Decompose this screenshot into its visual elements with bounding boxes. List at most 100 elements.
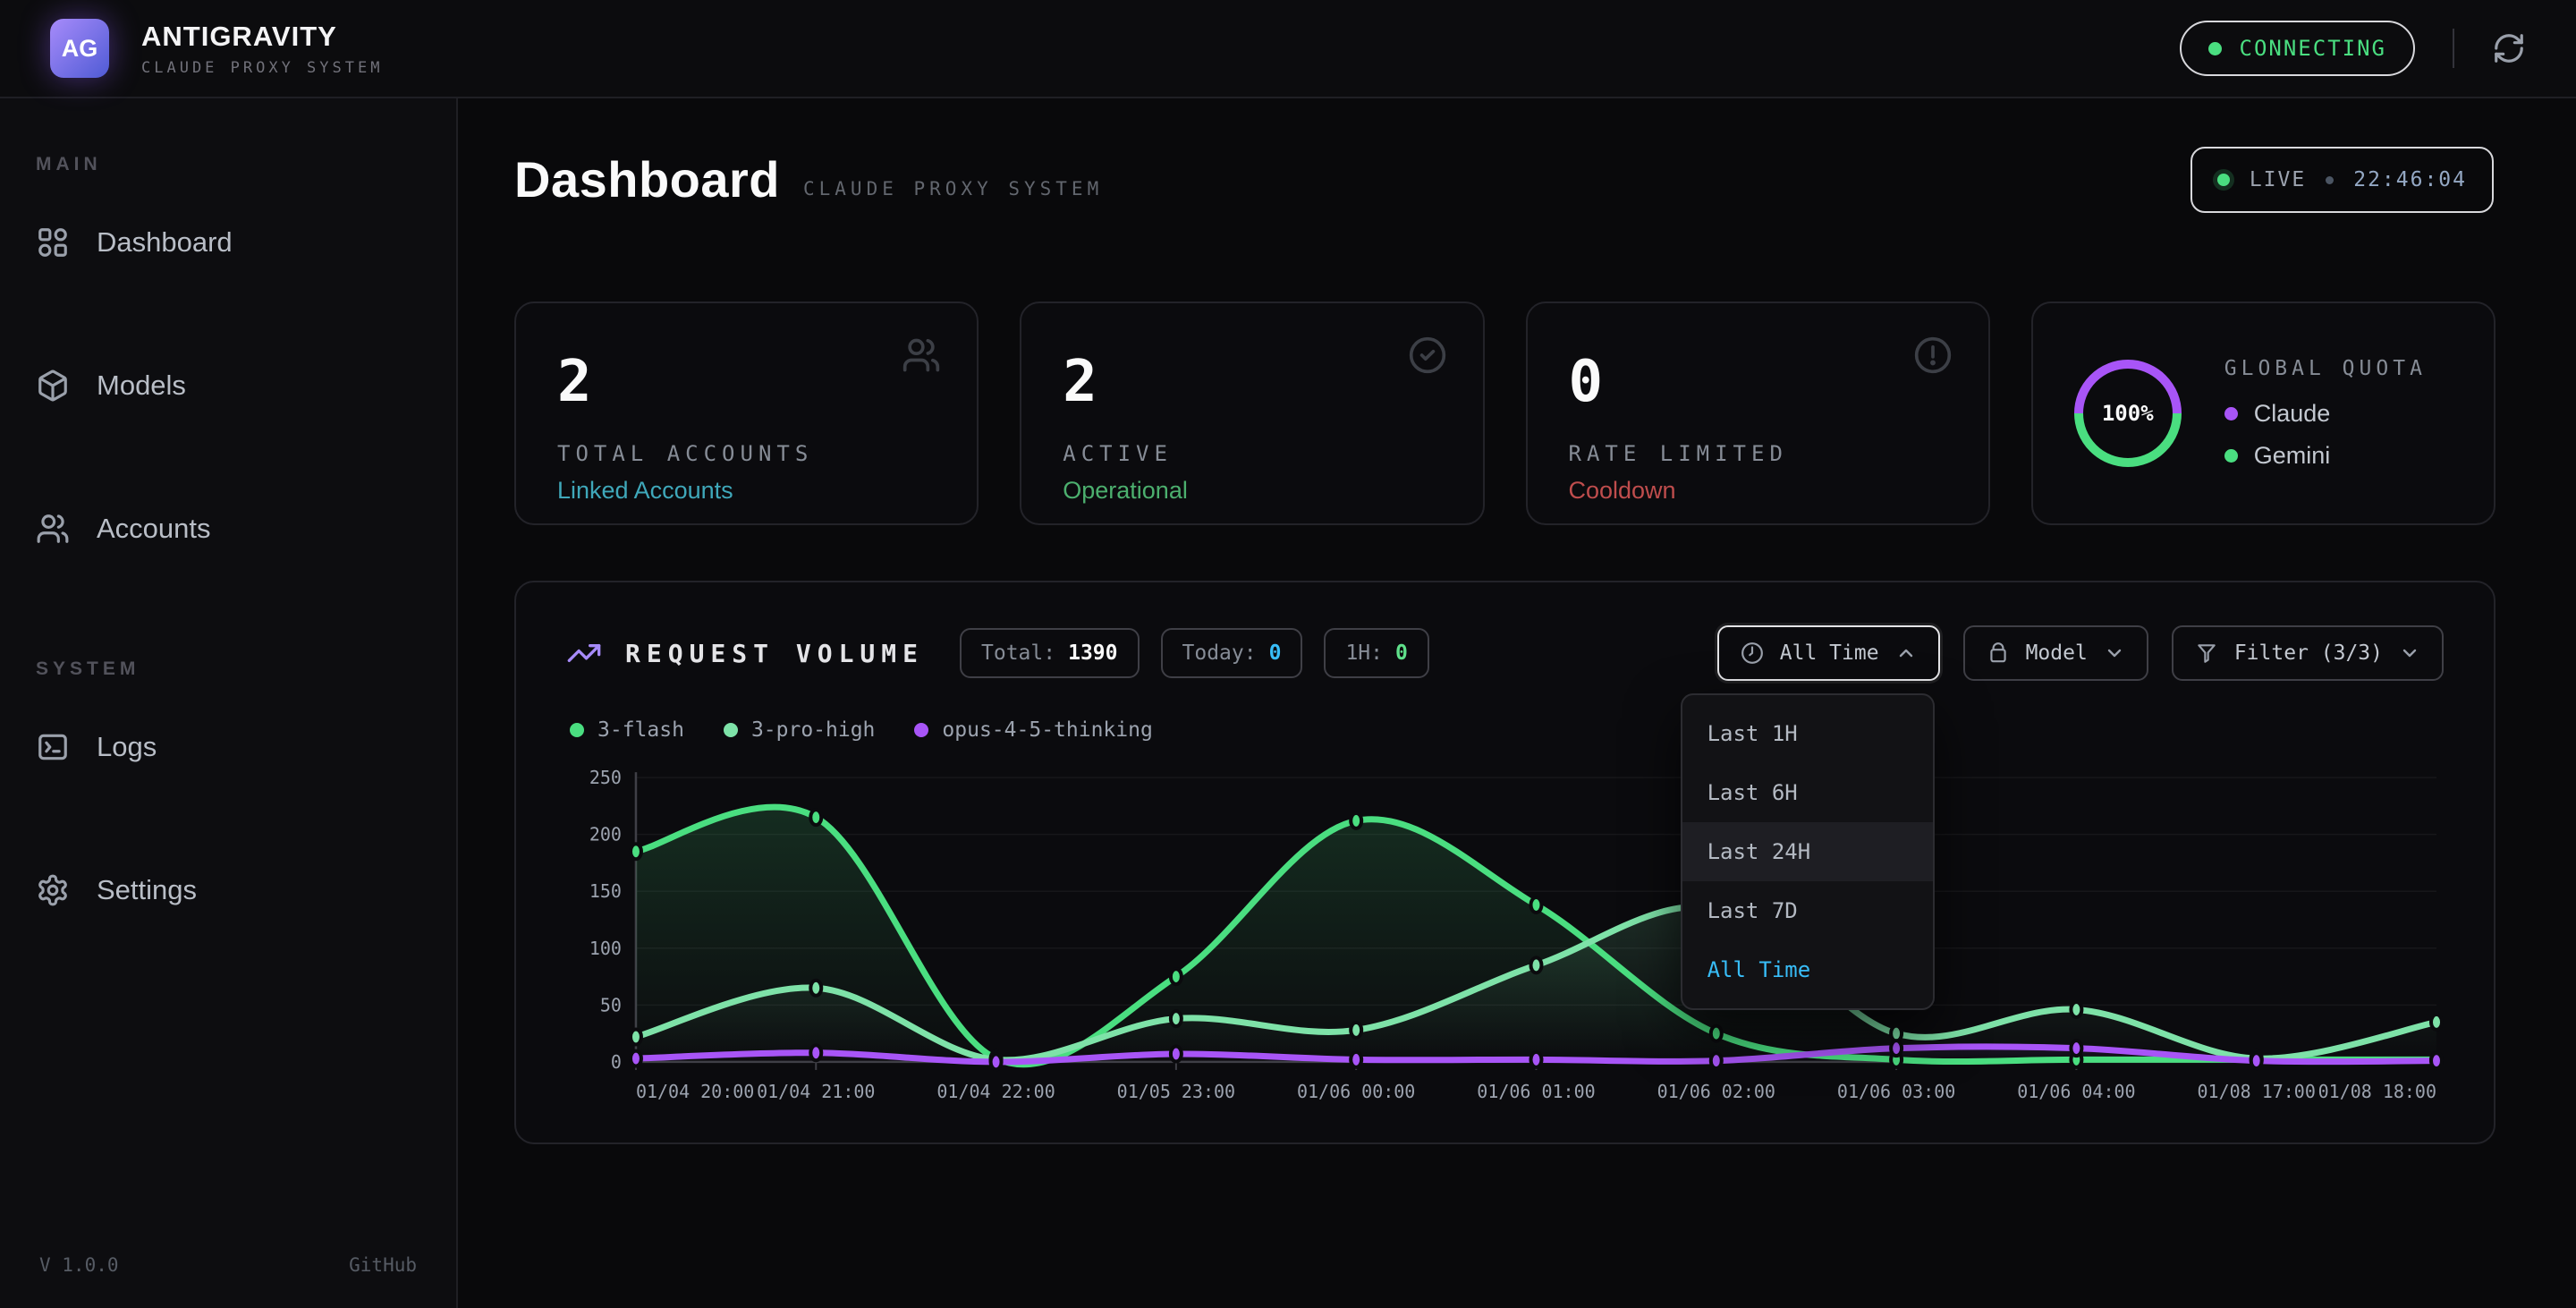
stat-sub-label: Operational — [1063, 477, 1441, 505]
alert-circle-icon — [1913, 335, 1953, 375]
filter-button[interactable]: Filter (3/3) — [2172, 625, 2444, 681]
nav-section-main: MAIN — [0, 154, 456, 175]
brand: AG ANTIGRAVITY CLAUDE PROXY SYSTEM — [50, 19, 383, 78]
sidebar-item-logs[interactable]: Logs — [0, 703, 456, 791]
legend-item-3-pro-high: 3-pro-high — [724, 718, 875, 742]
terminal-icon — [36, 730, 70, 764]
live-status-badge: LIVE 22:46:04 — [2190, 147, 2494, 213]
live-label: LIVE — [2250, 168, 2306, 191]
total-requests-badge: Total: 1390 — [960, 628, 1139, 678]
trending-up-icon — [566, 635, 602, 671]
series-dot-icon — [914, 723, 928, 737]
svg-text:200: 200 — [589, 824, 622, 845]
stat-label: TOTAL ACCOUNTS — [557, 441, 936, 466]
sidebar-item-label: Settings — [97, 874, 197, 906]
chart-title: REQUEST VOLUME — [625, 639, 924, 668]
sidebar-item-dashboard[interactable]: Dashboard — [0, 199, 456, 286]
stat-value: 2 — [1063, 353, 1441, 411]
svg-text:01/05 23:00: 01/05 23:00 — [1117, 1081, 1235, 1102]
claude-dot-icon — [2224, 407, 2238, 420]
hour-requests-badge: 1H: 0 — [1324, 628, 1428, 678]
dropdown-item-last-6h[interactable]: Last 6H — [1682, 763, 1933, 822]
refresh-icon[interactable] — [2492, 31, 2526, 65]
stat-card-total-accounts: 2 TOTAL ACCOUNTS Linked Accounts — [514, 302, 979, 525]
model-filter-button[interactable]: Model — [1963, 625, 2148, 681]
sidebar-item-label: Accounts — [97, 513, 211, 545]
stat-card-rate-limited: 0 RATE LIMITED Cooldown — [1526, 302, 1990, 525]
quota-legend-claude: Claude — [2224, 400, 2427, 428]
svg-text:0: 0 — [611, 1051, 622, 1073]
connection-status-badge: CONNECTING — [2180, 21, 2416, 76]
live-clock: 22:46:04 — [2353, 168, 2467, 191]
stat-label: ACTIVE — [1063, 441, 1441, 466]
series-dot-icon — [724, 723, 738, 737]
global-quota-card: 100% GLOBAL QUOTA Claude Gemini — [2031, 302, 2496, 525]
legend-item-3-flash: 3-flash — [570, 718, 684, 742]
app-subtitle: CLAUDE PROXY SYSTEM — [141, 59, 383, 77]
svg-text:100: 100 — [589, 938, 622, 959]
sidebar-item-label: Models — [97, 369, 186, 402]
app-logo: AG — [50, 19, 109, 78]
svg-text:01/04 20:00: 01/04 20:00 — [636, 1081, 754, 1102]
quota-ring: 100% — [2069, 354, 2187, 472]
svg-text:250: 250 — [589, 767, 622, 788]
svg-text:01/04 22:00: 01/04 22:00 — [936, 1081, 1055, 1102]
svg-text:150: 150 — [589, 880, 622, 902]
svg-text:50: 50 — [600, 994, 622, 1015]
separator-dot-icon — [2326, 176, 2334, 184]
page-title: Dashboard — [514, 150, 780, 208]
svg-text:01/06 04:00: 01/06 04:00 — [2017, 1081, 2135, 1102]
quota-legend-gemini: Gemini — [2224, 442, 2427, 470]
gear-icon — [36, 873, 70, 907]
app-title: ANTIGRAVITY — [141, 21, 383, 53]
sidebar: MAIN Dashboard Models Accounts — [0, 98, 458, 1308]
stats-row: 2 TOTAL ACCOUNTS Linked Accounts 2 ACTIV… — [514, 302, 2496, 525]
sidebar-item-label: Dashboard — [97, 226, 233, 259]
status-label: CONNECTING — [2240, 36, 2387, 61]
sidebar-item-accounts[interactable]: Accounts — [0, 485, 456, 573]
app-header: AG ANTIGRAVITY CLAUDE PROXY SYSTEM CONNE… — [0, 0, 2576, 98]
chart-legend: 3-flash 3-pro-high opus-4-5-thinking — [566, 718, 2444, 742]
stat-value: 2 — [557, 353, 936, 411]
svg-text:01/06 03:00: 01/06 03:00 — [1837, 1081, 1955, 1102]
github-link[interactable]: GitHub — [349, 1254, 417, 1276]
today-requests-badge: Today: 0 — [1161, 628, 1303, 678]
dropdown-item-last-24h[interactable]: Last 24H — [1682, 822, 1933, 881]
dropdown-item-last-1h[interactable]: Last 1H — [1682, 704, 1933, 763]
funnel-icon — [2195, 641, 2218, 665]
users-icon — [902, 335, 941, 375]
stat-sub-label: Cooldown — [1569, 477, 1947, 505]
stat-card-active: 2 ACTIVE Operational — [1020, 302, 1484, 525]
time-range-dropdown: Last 1H Last 6H Last 24H Last 7D All Tim… — [1681, 693, 1935, 1010]
sidebar-item-label: Logs — [97, 731, 157, 763]
cube-icon — [36, 369, 70, 403]
users-icon — [36, 512, 70, 546]
quota-percent: 100% — [2069, 354, 2187, 472]
dropdown-item-last-7d[interactable]: Last 7D — [1682, 881, 1933, 940]
header-divider — [2453, 29, 2454, 68]
main-content: Dashboard CLAUDE PROXY SYSTEM LIVE 22:46… — [458, 98, 2576, 1308]
page-subtitle: CLAUDE PROXY SYSTEM — [803, 178, 1103, 200]
quota-title: GLOBAL QUOTA — [2224, 357, 2427, 380]
dropdown-item-all-time[interactable]: All Time — [1682, 940, 1933, 999]
svg-text:01/06 01:00: 01/06 01:00 — [1477, 1081, 1595, 1102]
svg-text:01/06 00:00: 01/06 00:00 — [1297, 1081, 1415, 1102]
svg-text:01/08 18:00: 01/08 18:00 — [2318, 1081, 2436, 1102]
sidebar-item-settings[interactable]: Settings — [0, 846, 456, 934]
svg-text:01/04 21:00: 01/04 21:00 — [757, 1081, 875, 1102]
request-volume-card: REQUEST VOLUME Total: 1390 Today: 0 1H: … — [514, 581, 2496, 1144]
gemini-dot-icon — [2224, 449, 2238, 463]
grid-icon — [36, 225, 70, 259]
clock-icon — [1741, 641, 1764, 665]
time-range-button[interactable]: All Time — [1717, 625, 1940, 681]
svg-text:01/06 02:00: 01/06 02:00 — [1657, 1081, 1775, 1102]
sidebar-item-models[interactable]: Models — [0, 342, 456, 429]
nav-section-system: SYSTEM — [0, 658, 456, 680]
live-dot-icon — [2217, 174, 2230, 186]
series-dot-icon — [570, 723, 584, 737]
stat-label: RATE LIMITED — [1569, 441, 1947, 466]
legend-item-opus: opus-4-5-thinking — [914, 718, 1152, 742]
stat-sub-label: Linked Accounts — [557, 477, 936, 505]
chevron-up-icon — [1895, 642, 1917, 664]
stat-value: 0 — [1569, 353, 1947, 411]
